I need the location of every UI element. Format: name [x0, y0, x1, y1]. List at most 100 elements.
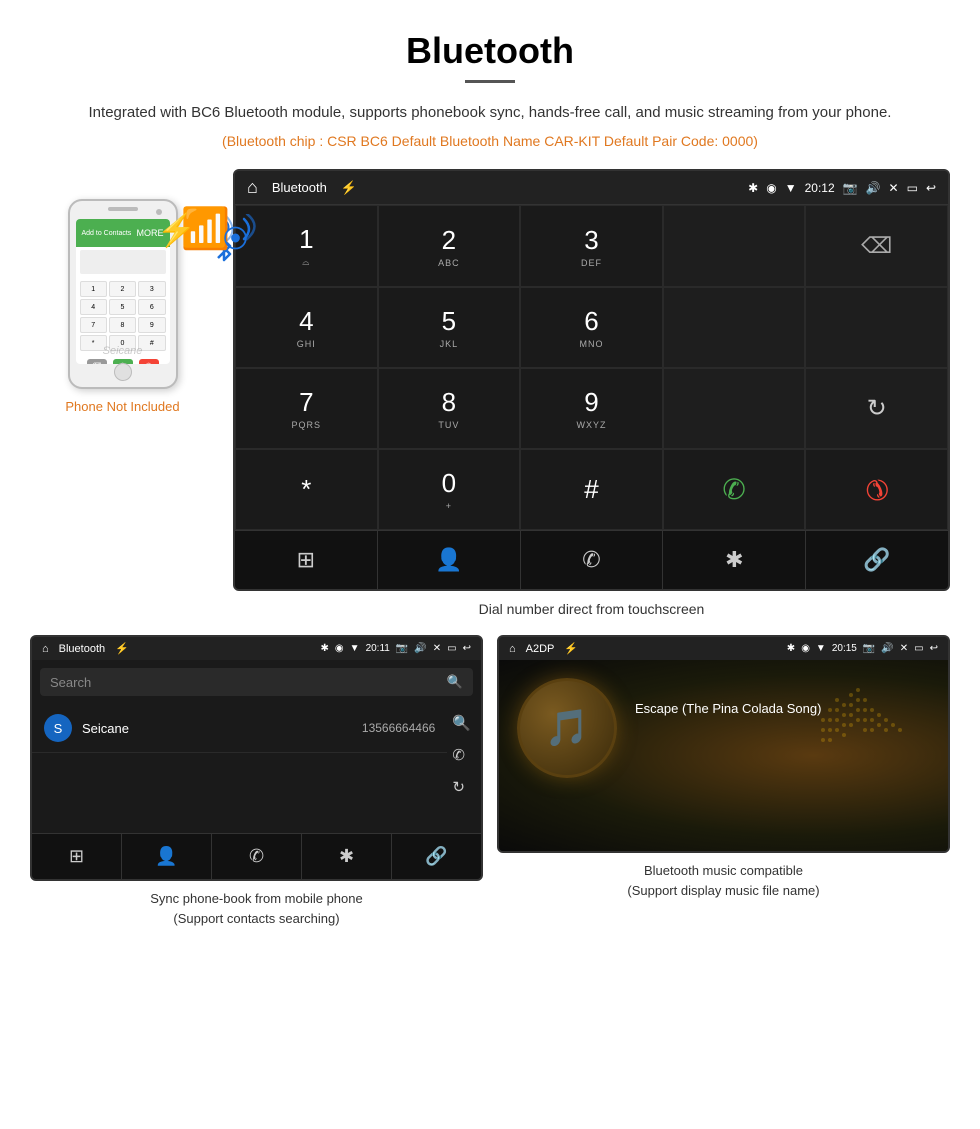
pb-search-bar[interactable]: Search 🔍 [40, 668, 473, 696]
pb-contact-row[interactable]: S Seicane 13566664466 [32, 704, 447, 753]
pb-contact-avatar: S [44, 714, 72, 742]
pb-side-refresh-icon[interactable]: ↻ [452, 778, 471, 796]
car-time: 20:12 [805, 181, 835, 195]
dial-key-hash[interactable]: # [520, 449, 663, 530]
music-home-icon: ⌂ [509, 643, 516, 655]
music-song-title: Escape (The Pina Colada Song) [635, 701, 930, 716]
bt-info-text: (Bluetooth chip : CSR BC6 Default Blueto… [0, 133, 980, 149]
car-screen-title: Bluetooth [272, 180, 327, 195]
phonebook-screen: ⌂ Bluetooth ⚡ ✱ ◉ ▼ 20:11 📷 🔊 ✕ ▭ ↩ [30, 635, 483, 881]
seicane-watermark-phone: Seicane [103, 345, 143, 357]
music-content-area: 🎵 Escape (The Pina Colada Song) ⏮ ⏯ ⏭ [499, 660, 948, 851]
dial-backspace[interactable]: ⌫ [805, 205, 948, 287]
bt-waves-container: ⦿ [224, 219, 248, 254]
signal-icon: ▼ [785, 181, 797, 195]
dial-key-0[interactable]: 0+ [378, 449, 521, 530]
title-divider [465, 80, 515, 83]
close-icon: ✕ [889, 181, 899, 195]
pb-screen-inner: Search 🔍 S Seicane 13566664466 [32, 668, 481, 879]
music-win-icon: ▭ [914, 643, 923, 654]
pb-nav-contacts[interactable]: 👤 [122, 834, 212, 879]
home-icon: ⌂ [247, 177, 258, 198]
music-album-art: 🎵 [517, 678, 617, 778]
dial-hangup-button[interactable]: ✆ [805, 449, 948, 530]
music-bt-icon: ✱ [787, 643, 795, 654]
pb-side-call-icon[interactable]: ✆ [452, 746, 471, 764]
phonebook-col: ⌂ Bluetooth ⚡ ✱ ◉ ▼ 20:11 📷 🔊 ✕ ▭ ↩ [30, 635, 483, 928]
pb-contact-name: Seicane [82, 721, 362, 736]
wifi-waves-svg [214, 214, 264, 264]
phone-screen: Add to Contacts MORE 1 2 3 4 5 6 7 [76, 219, 170, 364]
pb-nav-call[interactable]: ✆ [212, 834, 302, 879]
pb-contact-letter: S [54, 721, 63, 736]
phone-app-label: Add to Contacts [82, 230, 132, 237]
dial-key-3[interactable]: 3DEF [520, 205, 663, 287]
phone-not-included-label: Phone Not Included [65, 399, 179, 414]
pb-contact-number: 13566664466 [362, 721, 435, 735]
phone-speaker [108, 207, 138, 211]
page-title: Bluetooth [0, 0, 980, 80]
music-info: Escape (The Pina Colada Song) [635, 701, 930, 756]
music-usb-icon: ⚡ [564, 642, 578, 655]
search-icon: 🔍 [447, 674, 463, 690]
pb-caption: Sync phone-book from mobile phone(Suppor… [30, 889, 483, 928]
dialpad-nav-contacts[interactable]: 👤 [378, 531, 521, 589]
subtitle-text: Integrated with BC6 Bluetooth module, su… [0, 101, 980, 125]
music-statusbar: ⌂ A2DP ⚡ ✱ ◉ ▼ 20:15 📷 🔊 ✕ ▭ ↩ [499, 637, 948, 660]
dial-call-button[interactable]: ✆ [663, 449, 806, 530]
pb-signal: ▼ [350, 643, 360, 654]
pb-search-placeholder: Search [50, 675, 91, 690]
music-caption: Bluetooth music compatible(Support displ… [497, 861, 950, 900]
main-content-area: 📶 ⚡ ⦿ [0, 169, 980, 617]
dial-key-5[interactable]: 5JKL [378, 287, 521, 368]
usb-icon: ⚡ [341, 180, 357, 196]
pb-bt-icon: ✱ [321, 643, 329, 654]
dial-refresh[interactable]: ↻ [805, 368, 948, 449]
music-back-icon: ↩ [930, 643, 938, 654]
music-inner-content: 🎵 Escape (The Pina Colada Song) [499, 660, 948, 796]
pb-usb-icon: ⚡ [115, 642, 129, 655]
window-icon: ▭ [907, 181, 918, 195]
music-note-icon: 🎵 [545, 707, 590, 749]
dial-key-8[interactable]: 8TUV [378, 368, 521, 449]
pb-nav-link[interactable]: 🔗 [392, 834, 481, 879]
phone-wrapper: 📶 ⚡ ⦿ [53, 199, 193, 389]
back-icon: ↩ [926, 181, 936, 195]
pb-side-search-icon[interactable]: 🔍 [452, 714, 471, 732]
dialpad-nav-link[interactable]: 🔗 [806, 531, 948, 589]
dialpad-nav-call[interactable]: ✆ [521, 531, 664, 589]
pb-nav-grid[interactable]: ⊞ [32, 834, 122, 879]
dial-key-6[interactable]: 6MNO [520, 287, 663, 368]
music-screen: ⌂ A2DP ⚡ ✱ ◉ ▼ 20:15 📷 🔊 ✕ ▭ ↩ [497, 635, 950, 853]
dial-key-2[interactable]: 2ABC [378, 205, 521, 287]
dial-key-7[interactable]: 7PQRS [235, 368, 378, 449]
pb-time: 20:11 [366, 643, 390, 654]
phone-illustration-col: 📶 ⚡ ⦿ [30, 169, 215, 414]
pb-x-icon: ✕ [433, 643, 441, 654]
music-vol-icon: 🔊 [881, 643, 893, 654]
pb-bottom-nav: ⊞ 👤 ✆ ✱ 🔗 [32, 833, 481, 879]
dial-key-9[interactable]: 9WXYZ [520, 368, 663, 449]
music-signal: ▼ [816, 643, 826, 654]
pb-back-icon: ↩ [463, 643, 471, 654]
dial-empty-1 [663, 205, 806, 287]
pb-loc-icon: ◉ [335, 643, 344, 654]
pb-vol-icon: 🔊 [414, 643, 426, 654]
volume-icon: 🔊 [866, 181, 881, 195]
pb-cam-icon: 📷 [396, 643, 408, 654]
car-statusbar: ⌂ Bluetooth ⚡ ✱ ◉ ▼ 20:12 📷 🔊 ✕ ▭ ↩ [235, 171, 948, 204]
dial-empty-3 [805, 287, 948, 368]
music-title-status: A2DP [526, 643, 555, 655]
dialpad-nav-bt[interactable]: ✱ [663, 531, 806, 589]
dial-key-star[interactable]: * [235, 449, 378, 530]
pb-home-icon: ⌂ [42, 643, 49, 655]
pb-title: Bluetooth [59, 643, 105, 655]
pb-nav-bt[interactable]: ✱ [302, 834, 392, 879]
pb-statusbar: ⌂ Bluetooth ⚡ ✱ ◉ ▼ 20:11 📷 🔊 ✕ ▭ ↩ [32, 637, 481, 660]
dial-key-4[interactable]: 4GHI [235, 287, 378, 368]
dialpad-screen-col: ⌂ Bluetooth ⚡ ✱ ◉ ▼ 20:12 📷 🔊 ✕ ▭ ↩ [233, 169, 950, 617]
music-x-icon: ✕ [900, 643, 908, 654]
phone-home-button [114, 363, 132, 381]
dialpad-nav-grid[interactable]: ⊞ [235, 531, 378, 589]
car-dialpad-screen: ⌂ Bluetooth ⚡ ✱ ◉ ▼ 20:12 📷 🔊 ✕ ▭ ↩ [233, 169, 950, 591]
